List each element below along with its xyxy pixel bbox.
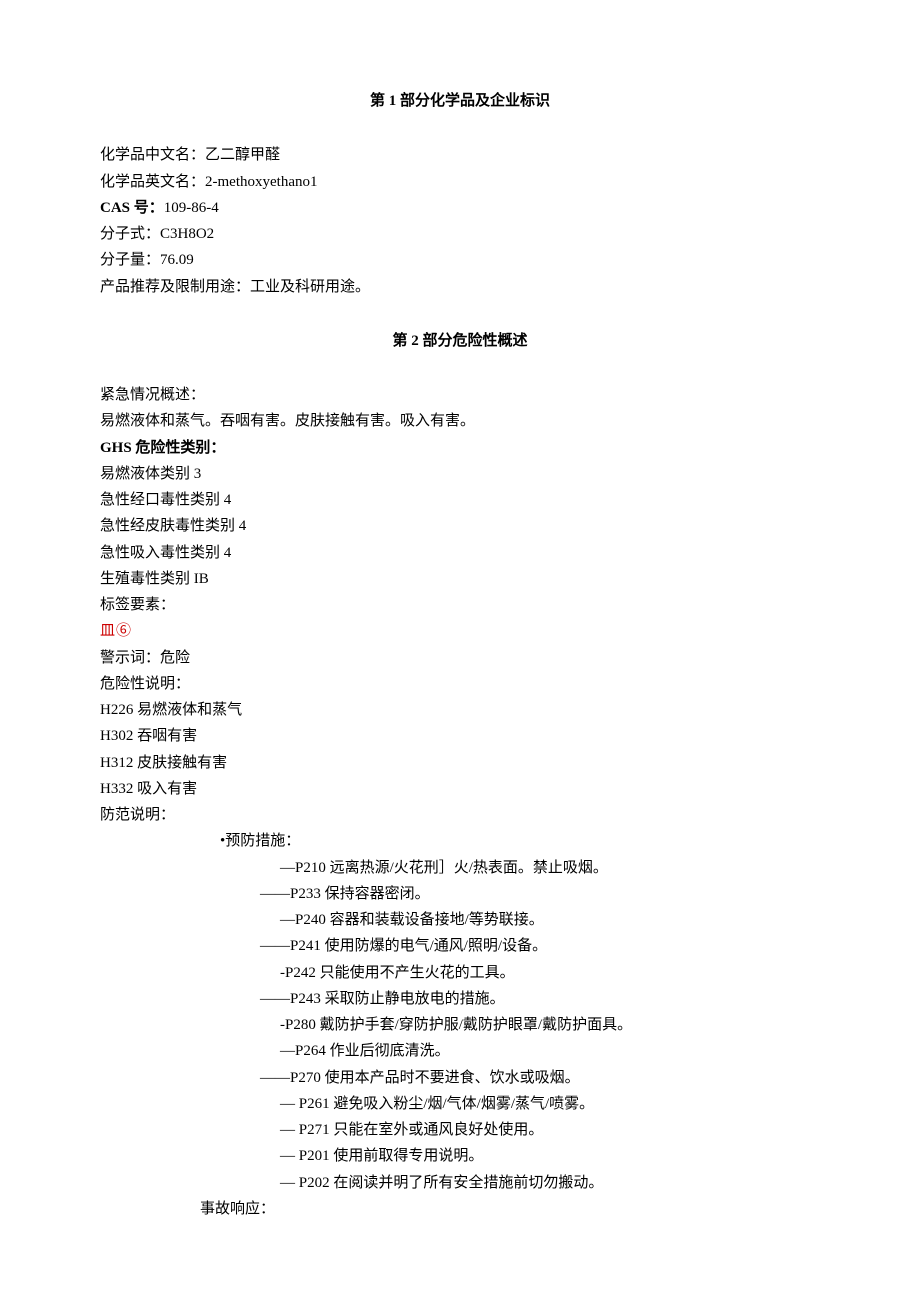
prevention-item: -P242 只能使用不产生火花的工具。: [100, 960, 820, 986]
label-signal: 警示词：: [100, 650, 160, 666]
prevention-item: — P201 使用前取得专用说明。: [100, 1143, 820, 1169]
prevention-item: — P202 在阅读并明了所有安全措施前切勿搬动。: [100, 1170, 820, 1196]
response-label: 事故响应：: [100, 1196, 820, 1222]
ghs-item: 急性经口毒性类别 4: [100, 487, 820, 513]
ghs-label: GHS 危险性类别：: [100, 435, 820, 461]
emergency-text: 易燃液体和蒸气。吞咽有害。皮肤接触有害。吸入有害。: [100, 408, 820, 434]
value-formula: C3H8O2: [160, 226, 214, 242]
prevention-item: — P271 只能在室外或通风良好处使用。: [100, 1117, 820, 1143]
chemical-name-cn: 化学品中文名：乙二醇甲醛: [100, 142, 820, 168]
prevention-item: ——P233 保持容器密闭。: [100, 881, 820, 907]
hazard-pictogram-symbols: 皿⑥: [100, 618, 820, 644]
hazard-statement: H332 吸入有害: [100, 776, 820, 802]
value-name-en: 2-methoxyethano1: [205, 174, 317, 190]
value-use: 工业及科研用途。: [250, 279, 370, 295]
hazard-statement: H312 皮肤接触有害: [100, 750, 820, 776]
label-formula: 分子式：: [100, 226, 160, 242]
chemical-name-en: 化学品英文名：2-methoxyethano1: [100, 169, 820, 195]
label-name-en: 化学品英文名：: [100, 174, 205, 190]
prevention-item: -P280 戴防护手套/穿防护服/戴防护眼罩/戴防护面具。: [100, 1012, 820, 1038]
ghs-item: 易燃液体类别 3: [100, 461, 820, 487]
value-mw: 76.09: [160, 252, 194, 268]
label-cas: CAS 号：: [100, 200, 164, 216]
prevention-item: —P240 容器和装载设备接地/等势联接。: [100, 907, 820, 933]
ghs-item: 生殖毒性类别 IB: [100, 566, 820, 592]
label-name-cn: 化学品中文名：: [100, 147, 205, 163]
formula: 分子式：C3H8O2: [100, 221, 820, 247]
hazard-statement: H302 吞咽有害: [100, 723, 820, 749]
hazard-statements-label: 危险性说明：: [100, 671, 820, 697]
prevention-item: — P261 避免吸入粉尘/烟/气体/烟雾/蒸气/喷雾。: [100, 1091, 820, 1117]
value-name-cn: 乙二醇甲醛: [205, 147, 280, 163]
prevention-item: ——P270 使用本产品时不要进食、饮水或吸烟。: [100, 1065, 820, 1091]
prevention-item: —P210 远离热源/火花刑］火/热表面。禁止吸烟。: [100, 855, 820, 881]
molecular-weight: 分子量：76.09: [100, 247, 820, 273]
value-cas: 109-86-4: [164, 200, 219, 216]
product-use: 产品推荐及限制用途：工业及科研用途。: [100, 274, 820, 300]
label-elements: 标签要素：: [100, 592, 820, 618]
prevention-item: ——P241 使用防爆的电气/通风/照明/设备。: [100, 933, 820, 959]
prevention-item: ——P243 采取防止静电放电的措施。: [100, 986, 820, 1012]
cas-number: CAS 号：109-86-4: [100, 195, 820, 221]
label-use: 产品推荐及限制用途：: [100, 279, 250, 295]
prevention-item: —P264 作业后彻底清洗。: [100, 1038, 820, 1064]
ghs-item: 急性经皮肤毒性类别 4: [100, 513, 820, 539]
hazard-statement: H226 易燃液体和蒸气: [100, 697, 820, 723]
label-mw: 分子量：: [100, 252, 160, 268]
section-2-title: 第 2 部分危险性概述: [100, 328, 820, 354]
prevention-label: •预防措施：: [100, 828, 820, 854]
signal-word: 警示词：危险: [100, 645, 820, 671]
section-1-title: 第 1 部分化学品及企业标识: [100, 88, 820, 114]
precaution-label: 防范说明：: [100, 802, 820, 828]
emergency-label: 紧急情况概述：: [100, 382, 820, 408]
value-signal: 危险: [160, 650, 190, 666]
ghs-item: 急性吸入毒性类别 4: [100, 540, 820, 566]
